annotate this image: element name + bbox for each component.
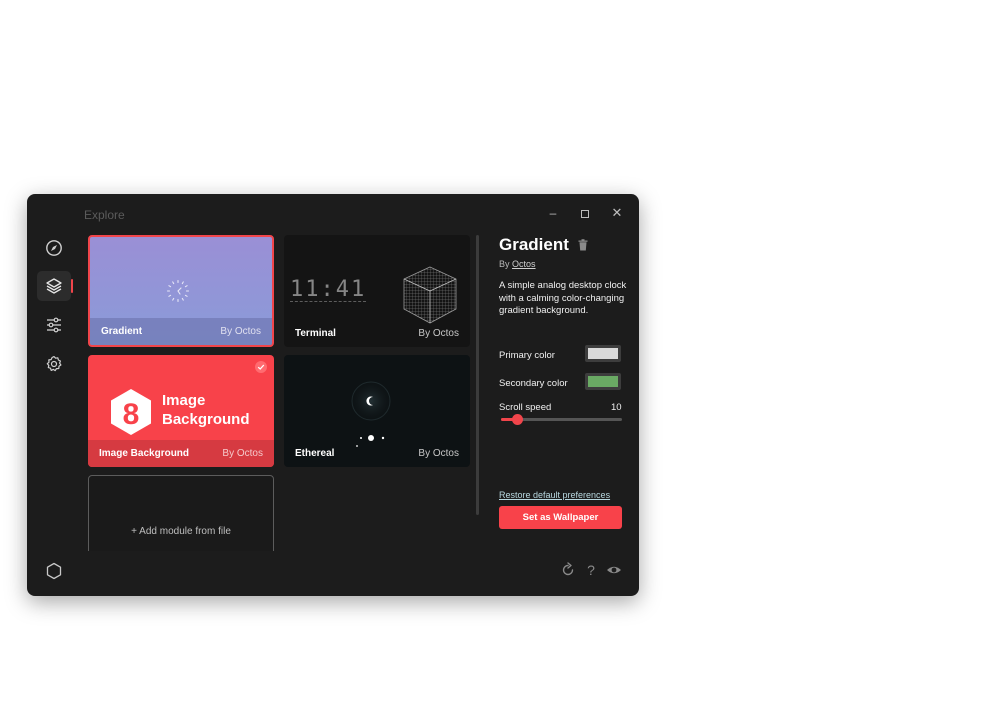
sidebar-item-modules[interactable] [37,271,73,301]
installed-check-icon [255,361,267,373]
minimize-button[interactable]: – [543,204,563,222]
maximize-button[interactable] [575,204,595,222]
module-name: Ethereal [295,448,335,459]
module-detail-author-line: By Octos [499,259,536,269]
module-grid: Gradient By Octos 11:41 Terminal By Octo… [88,235,474,551]
refresh-icon[interactable] [560,562,576,578]
app-window: Explore – ✕ Gradient By Octos 11:41 Term… [27,194,639,596]
image-background-logo-icon: 8 [111,389,151,435]
sidebar-item-settings[interactable] [37,349,71,379]
module-card-gradient[interactable]: Gradient By Octos [88,235,274,347]
eye-icon[interactable] [606,562,622,578]
help-icon[interactable]: ? [583,562,599,578]
gear-icon [46,356,62,372]
close-button[interactable]: ✕ [607,204,627,222]
author-link[interactable]: Octos [512,259,536,269]
terminal-time-preview: 11:41 [290,277,367,302]
module-card-terminal[interactable]: 11:41 Terminal By Octos [284,235,470,347]
module-detail-title: Gradient [499,235,569,254]
image-background-preview-text: Image Background [162,391,250,429]
primary-color-label: Primary color [499,350,555,361]
module-author: By Octos [418,448,459,459]
logo-glyph: 8 [123,398,140,431]
add-module-from-file-button[interactable]: + Add module from file [88,475,274,551]
restore-default-preferences-link[interactable]: Restore default preferences [499,490,610,500]
module-author: By Octos [220,326,261,337]
module-card-footer: Ethereal By Octos [284,440,470,467]
wireframe-cube-preview [403,266,457,324]
module-name: Image Background [99,448,190,459]
slider-thumb[interactable] [512,414,524,425]
module-description: A simple analog desktop clock with a cal… [499,280,627,316]
hexagon-icon [46,562,62,580]
scroll-speed-slider[interactable] [501,414,622,425]
secondary-color-swatch[interactable] [585,373,621,390]
preview-text-line: Background [162,411,250,428]
layers-icon [46,278,62,294]
scroll-speed-label: Scroll speed [499,402,552,413]
window-title: Explore [84,208,125,222]
module-card-image-background[interactable]: 8 Image Background Image Background By O… [88,355,274,467]
secondary-color-label: Secondary color [499,378,568,389]
by-prefix: By [499,259,510,269]
preview-text-line: Image [162,392,206,409]
module-author: By Octos [418,328,459,339]
module-grid-scrollbar[interactable] [476,235,479,515]
scroll-speed-value: 10 [611,402,622,413]
module-author: By Octos [222,448,263,459]
module-card-ethereal[interactable]: Ethereal By Octos [284,355,470,467]
module-card-footer: Gradient By Octos [90,318,272,345]
module-name: Gradient [101,326,143,337]
add-module-label: + Add module from file [131,526,231,537]
trash-icon[interactable] [578,239,588,251]
compass-icon [46,240,62,256]
sidebar-item-preferences[interactable] [37,310,71,340]
set-as-wallpaper-button[interactable]: Set as Wallpaper [499,506,622,529]
module-name: Terminal [295,328,336,339]
sliders-icon [47,317,61,333]
maximize-icon [581,209,589,218]
module-card-footer: Terminal By Octos [284,320,470,347]
analog-clock-preview [166,279,190,303]
hexagon-logo-button[interactable] [37,556,71,586]
module-card-footer: Image Background By Octos [88,440,274,467]
primary-color-swatch[interactable] [585,345,621,362]
sidebar-item-explore[interactable] [37,233,71,263]
